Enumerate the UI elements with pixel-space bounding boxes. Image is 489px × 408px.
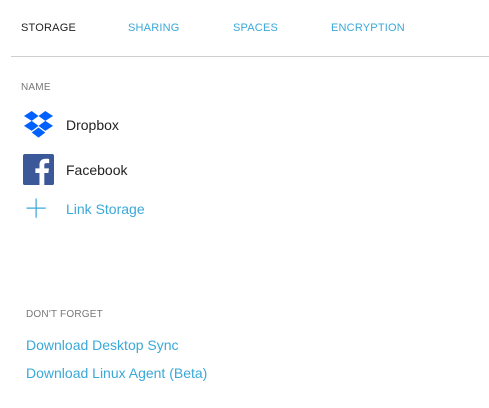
download-linux-agent-link[interactable]: Download Linux Agent (Beta) (26, 365, 207, 381)
settings-tabs: STORAGE SHARING SPACES ENCRYPTION (21, 22, 489, 36)
storage-item-dropbox[interactable]: Dropbox (23, 109, 323, 141)
tab-encryption[interactable]: ENCRYPTION (331, 22, 405, 34)
storage-item-facebook[interactable]: Facebook (23, 154, 323, 186)
name-column-header: NAME (21, 82, 51, 93)
link-storage-button[interactable]: Link Storage (23, 196, 323, 224)
dropbox-icon (23, 110, 54, 138)
facebook-icon (23, 154, 54, 185)
tab-storage[interactable]: STORAGE (21, 22, 76, 34)
storage-item-label: Dropbox (66, 117, 119, 133)
dont-forget-header: DON'T FORGET (26, 309, 103, 320)
link-storage-label: Link Storage (66, 201, 145, 217)
tabs-divider (11, 56, 489, 57)
tab-sharing[interactable]: SHARING (128, 22, 180, 34)
download-desktop-sync-link[interactable]: Download Desktop Sync (26, 337, 179, 353)
tab-spaces[interactable]: SPACES (233, 22, 278, 34)
plus-icon (26, 198, 46, 218)
storage-item-label: Facebook (66, 162, 128, 178)
